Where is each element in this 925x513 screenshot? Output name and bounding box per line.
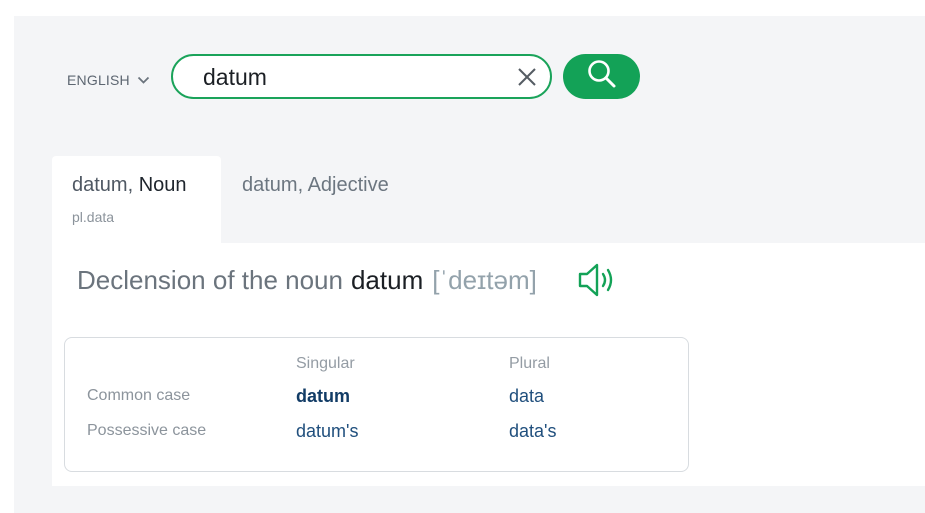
- possessive-plural[interactable]: data's: [509, 421, 556, 442]
- tab-adjective[interactable]: datum, Adjective: [222, 156, 422, 244]
- clear-button[interactable]: [515, 65, 539, 89]
- heading-prefix: Declension of the noun: [77, 265, 343, 295]
- tab-noun[interactable]: datum, Noun pl.data: [52, 156, 221, 244]
- close-icon: [515, 68, 539, 93]
- pronunciation-button[interactable]: [577, 262, 617, 298]
- common-singular: datum: [296, 386, 350, 406]
- search-box: [171, 54, 552, 99]
- heading-transcription: [ˈdeɪtəm]: [432, 265, 537, 295]
- language-selector[interactable]: ENGLISH: [67, 72, 150, 88]
- tab-noun-plural: pl.data: [72, 209, 115, 225]
- search-button[interactable]: [563, 54, 640, 99]
- search-icon: [586, 58, 618, 95]
- chevron-down-icon: [137, 76, 150, 85]
- declension-table: Singular Plural Common case datum data P…: [64, 337, 689, 472]
- row-label-possessive: Possessive case: [87, 422, 207, 439]
- search-input[interactable]: [203, 64, 503, 90]
- header-plural: Plural: [509, 355, 550, 372]
- tab-noun-word: datum,: [72, 174, 139, 196]
- possessive-singular[interactable]: datum's: [296, 421, 358, 442]
- tab-noun-title: datum, Noun: [72, 174, 201, 197]
- heading-word: datum: [350, 265, 424, 295]
- header-singular: Singular: [296, 355, 355, 372]
- tab-noun-pos: Noun: [138, 174, 187, 196]
- declension-panel: Declension of the noun datum [ˈdeɪtəm] S…: [52, 243, 925, 486]
- declension-heading: Declension of the noun datum [ˈdeɪtəm]: [77, 265, 537, 296]
- language-label: ENGLISH: [67, 72, 130, 88]
- speaker-icon: [577, 263, 617, 302]
- common-plural[interactable]: data: [509, 386, 544, 407]
- row-label-common: Common case: [87, 387, 191, 404]
- tab-adjective-title: datum, Adjective: [242, 174, 389, 196]
